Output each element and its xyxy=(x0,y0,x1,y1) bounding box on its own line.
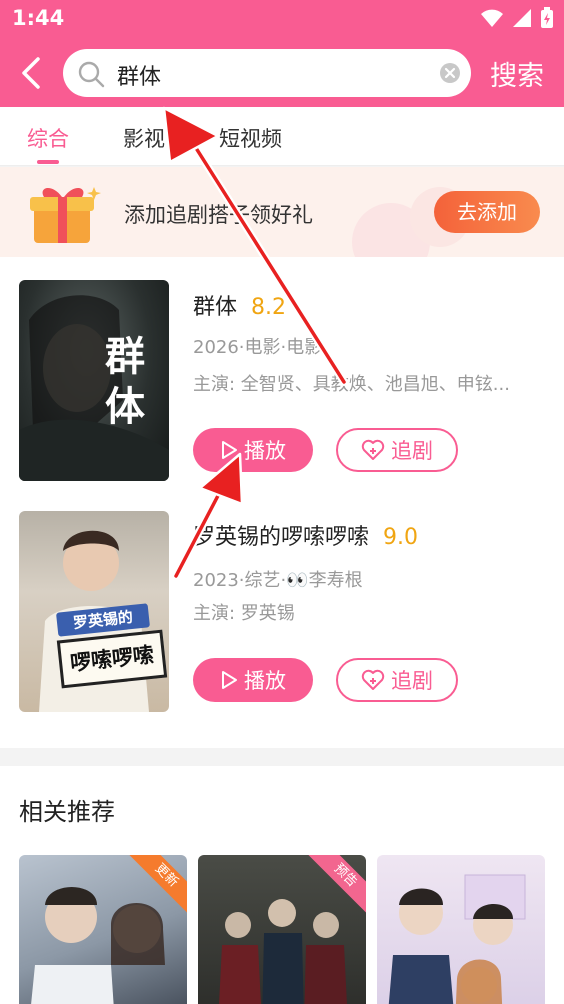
play-icon xyxy=(222,671,237,689)
tab-all[interactable]: 综合 xyxy=(27,123,69,153)
play-button[interactable]: 播放 xyxy=(193,658,313,702)
result-tabs: 综合 影视 短视频 xyxy=(0,107,564,166)
recommendation-card[interactable]: 预告 xyxy=(198,855,366,1004)
recommendation-card[interactable] xyxy=(377,855,545,1004)
related-recommendations: 相关推荐 更新 预告 xyxy=(0,766,564,1004)
back-arrow-icon[interactable] xyxy=(16,56,46,90)
recommendation-card[interactable]: 更新 xyxy=(19,855,187,1004)
search-results: 群体 群体 8.2 2026·电影·电影 主演: 全智贤、具教焕、池昌旭、申铉..… xyxy=(0,257,564,748)
status-bar: 1:44 xyxy=(0,0,564,38)
promo-banner[interactable]: 添加追剧搭子领好礼 去添加 xyxy=(0,167,564,257)
banner-add-button[interactable]: 去添加 xyxy=(434,191,540,233)
clear-icon[interactable] xyxy=(439,62,461,84)
poster-title: 群体 xyxy=(105,334,145,430)
tab-short-video[interactable]: 短视频 xyxy=(219,123,282,153)
result-cast: 主演: 罗英锡 xyxy=(193,603,295,624)
follow-label: 追剧 xyxy=(391,439,433,463)
play-label: 播放 xyxy=(244,669,286,693)
result-item[interactable]: 罗英锡的 啰嗦啰嗦 罗英锡的啰嗦啰嗦 9.0 2023·综艺·👀李寿根 主演: 罗… xyxy=(0,487,564,712)
search-query-text: 群体 xyxy=(117,65,162,90)
battery-icon xyxy=(541,7,553,28)
result-poster[interactable]: 群体 xyxy=(19,280,169,481)
search-header: 群体 搜索 xyxy=(0,38,564,107)
signal-icon xyxy=(513,9,531,27)
follow-label: 追剧 xyxy=(391,669,433,693)
play-icon xyxy=(222,441,237,459)
result-title: 罗英锡的啰嗦啰嗦 xyxy=(193,525,370,550)
banner-text: 添加追剧搭子领好礼 xyxy=(124,203,313,227)
tab-film-tv[interactable]: 影视 xyxy=(123,123,165,153)
result-item[interactable]: 群体 群体 8.2 2026·电影·电影 主演: 全智贤、具教焕、池昌旭、申铉..… xyxy=(0,257,564,481)
search-icon xyxy=(78,61,105,88)
result-score: 9.0 xyxy=(383,525,419,550)
result-score: 8.2 xyxy=(251,295,287,320)
result-title-row: 罗英锡的啰嗦啰嗦 9.0 xyxy=(193,519,418,551)
status-icons xyxy=(480,7,554,29)
active-tab-indicator xyxy=(37,160,59,164)
gift-icon xyxy=(30,187,101,243)
search-button[interactable]: 搜索 xyxy=(490,54,544,93)
result-poster[interactable]: 罗英锡的 啰嗦啰嗦 xyxy=(19,511,169,712)
status-time: 1:44 xyxy=(12,6,65,30)
heart-plus-icon xyxy=(361,669,385,690)
result-title: 群体 xyxy=(193,295,238,320)
top-bar: 1:44 群体 搜索 xyxy=(0,0,564,107)
play-label: 播放 xyxy=(244,439,286,463)
follow-button[interactable]: 追剧 xyxy=(336,658,458,702)
result-title-row: 群体 8.2 xyxy=(193,289,286,321)
result-cast: 主演: 全智贤、具教焕、池昌旭、申铉... xyxy=(193,374,510,395)
result-meta: 2026·电影·电影 xyxy=(193,337,323,358)
heart-plus-icon xyxy=(361,439,385,460)
result-meta: 2023·综艺·👀李寿根 xyxy=(193,570,363,591)
follow-button[interactable]: 追剧 xyxy=(336,428,458,472)
card-art xyxy=(388,874,526,1004)
play-button[interactable]: 播放 xyxy=(193,428,313,472)
wifi-icon xyxy=(481,9,503,27)
section-title: 相关推荐 xyxy=(19,798,115,826)
search-input[interactable]: 群体 xyxy=(63,49,471,97)
